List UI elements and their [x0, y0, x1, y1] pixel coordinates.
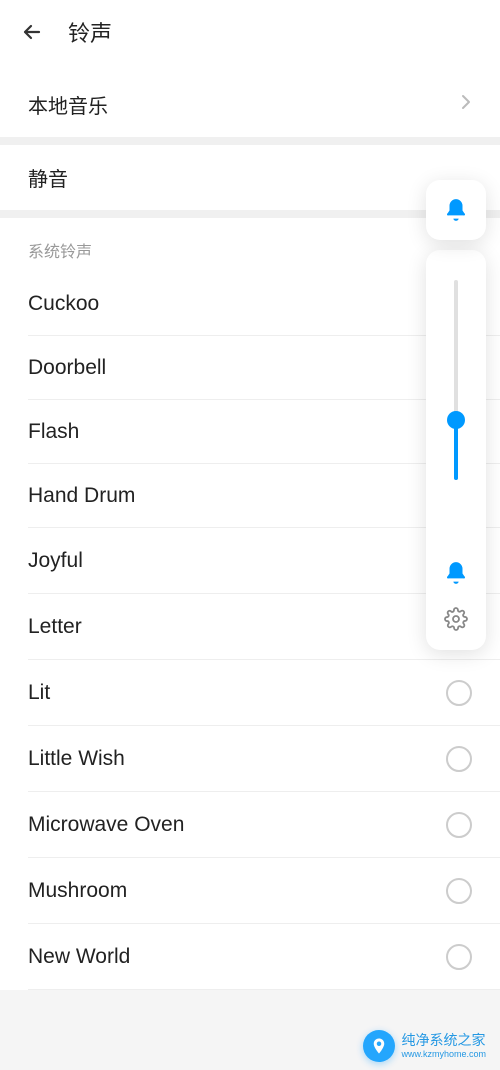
local-music-row[interactable]: 本地音乐 — [0, 72, 500, 137]
ringtone-item[interactable]: Microwave Oven — [0, 792, 500, 858]
ringtone-label: Hand Drum — [28, 484, 135, 508]
ringtone-item[interactable]: New World — [0, 924, 500, 990]
watermark: 纯净系统之家 www.kzmyhome.com — [363, 1030, 486, 1062]
ringtone-item[interactable]: Cuckoo — [0, 272, 500, 336]
ringtone-label: Cuckoo — [28, 292, 99, 316]
radio-unchecked[interactable] — [446, 746, 472, 772]
ringtone-label: Doorbell — [28, 356, 106, 380]
radio-unchecked[interactable] — [446, 878, 472, 904]
radio-unchecked[interactable] — [446, 812, 472, 838]
ringtone-label: New World — [28, 945, 130, 969]
ringtone-label: Mushroom — [28, 879, 127, 903]
ringtone-item[interactable]: Mushroom — [0, 858, 500, 924]
slider-thumb[interactable] — [447, 411, 465, 429]
gear-icon — [444, 607, 468, 631]
ringtone-label: Microwave Oven — [28, 813, 184, 837]
ringtone-item[interactable]: Doorbell — [0, 336, 500, 400]
ringtone-item[interactable]: Flash — [0, 400, 500, 464]
ringtone-list: Cuckoo Doorbell Flash Hand Drum Joyful L… — [0, 272, 500, 990]
watermark-url: www.kzmyhome.com — [401, 1049, 486, 1060]
bell-icon — [443, 197, 469, 223]
radio-unchecked[interactable] — [446, 944, 472, 970]
volume-mode-button[interactable] — [426, 180, 486, 240]
page-title: 铃声 — [68, 16, 112, 48]
system-ringtones-header: 系统铃声 — [0, 218, 500, 272]
ring-mode-button[interactable] — [443, 560, 469, 591]
watermark-text: 纯净系统之家 www.kzmyhome.com — [401, 1032, 486, 1060]
back-button[interactable] — [20, 18, 48, 46]
bell-icon — [443, 560, 469, 586]
ringtone-item[interactable]: Little Wish — [0, 726, 500, 792]
watermark-title: 纯净系统之家 — [401, 1032, 486, 1049]
ringtone-label: Little Wish — [28, 747, 125, 771]
silent-label: 静音 — [28, 163, 68, 192]
volume-slider[interactable] — [434, 270, 478, 552]
ringtone-label: Lit — [28, 681, 50, 705]
slider-fill — [454, 420, 458, 480]
radio-unchecked[interactable] — [446, 680, 472, 706]
settings-button[interactable] — [444, 607, 468, 636]
ringtone-item[interactable]: Joyful — [0, 528, 500, 594]
watermark-icon — [363, 1030, 395, 1062]
ringtone-item[interactable]: Letter — [0, 594, 500, 660]
slider-track[interactable] — [454, 280, 458, 480]
ringtone-item[interactable]: Lit — [0, 660, 500, 726]
divider — [0, 137, 500, 145]
ringtone-label: Letter — [28, 615, 82, 639]
ringtone-label: Joyful — [28, 549, 83, 573]
ringtone-item[interactable]: Hand Drum — [0, 464, 500, 528]
silent-row[interactable]: 静音 — [0, 145, 500, 210]
ringtone-label: Flash — [28, 420, 79, 444]
local-music-label: 本地音乐 — [28, 90, 108, 119]
chevron-right-icon — [460, 93, 472, 117]
volume-panel — [426, 250, 486, 650]
divider — [0, 210, 500, 218]
